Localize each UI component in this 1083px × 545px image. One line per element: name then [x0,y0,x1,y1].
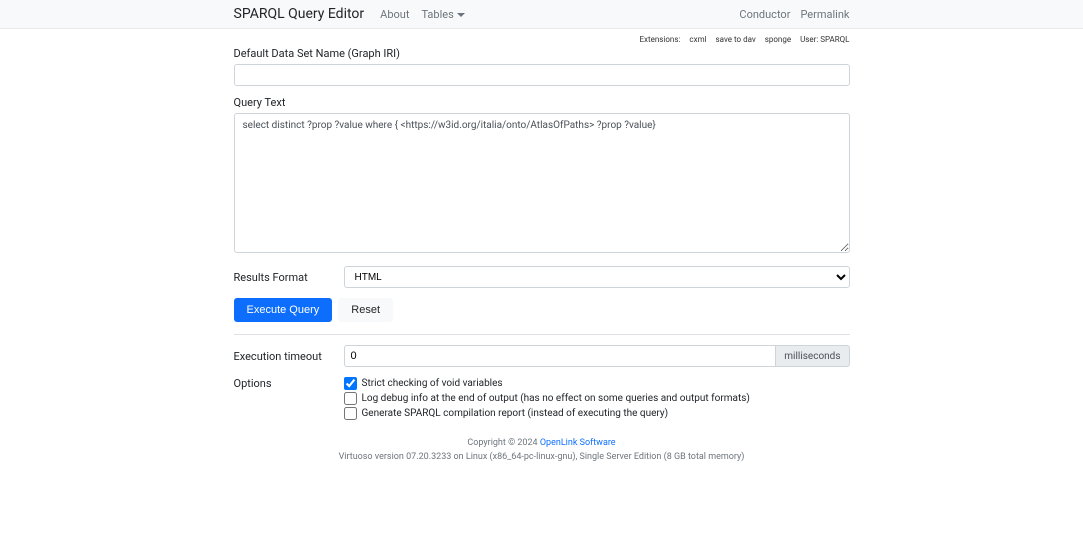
execute-query-button[interactable]: Execute Query [234,298,333,322]
subnav-extensions: Extensions: [640,35,681,44]
nav-tables-dropdown[interactable]: Tables [421,8,464,21]
graph-iri-input[interactable] [234,64,850,86]
exec-timeout-label: Execution timeout [234,350,334,363]
options-label: Options [234,377,334,390]
reset-button[interactable]: Reset [338,298,393,322]
query-textarea[interactable]: select distinct ?prop ?value where { <ht… [234,113,850,253]
option-strict-label: Strict checking of void variables [362,378,503,389]
navbar: SPARQL Query Editor About Tables Conduct… [0,0,1083,29]
nav-permalink[interactable]: Permalink [800,8,849,21]
footer-version: Virtuoso version 07.20.3233 on Linux (x8… [234,450,850,464]
option-compile-checkbox[interactable] [344,407,357,420]
subnav-sponge[interactable]: sponge [765,35,791,44]
caret-down-icon [457,13,465,17]
nav-conductor[interactable]: Conductor [739,8,790,21]
subnav-cxml[interactable]: cxml [689,35,706,44]
divider [234,334,850,335]
subnav-user: User: SPARQL [800,35,849,44]
results-format-label: Results Format [234,271,334,284]
footer: Copyright © 2024 OpenLink Software Virtu… [234,436,850,465]
timeout-unit-addon: milliseconds [776,345,849,367]
option-logdebug-label: Log debug info at the end of output (has… [362,393,750,404]
nav-tables-label: Tables [421,8,453,21]
footer-copyright: Copyright © 2024 [467,438,539,448]
results-format-select[interactable]: HTML [344,266,850,288]
footer-openlink-link[interactable]: OpenLink Software [540,438,616,448]
option-compile-label: Generate SPARQL compilation report (inst… [362,408,669,419]
exec-timeout-input[interactable] [344,345,777,367]
subnav-save-to-dav[interactable]: save to dav [716,35,756,44]
sub-nav: Extensions: cxml save to dav sponge User… [222,29,862,47]
nav-about[interactable]: About [380,8,409,21]
brand-title: SPARQL Query Editor [234,6,365,22]
option-strict-checkbox[interactable] [344,377,357,390]
option-logdebug-checkbox[interactable] [344,392,357,405]
graph-iri-label: Default Data Set Name (Graph IRI) [234,47,850,60]
query-text-label: Query Text [234,96,850,109]
